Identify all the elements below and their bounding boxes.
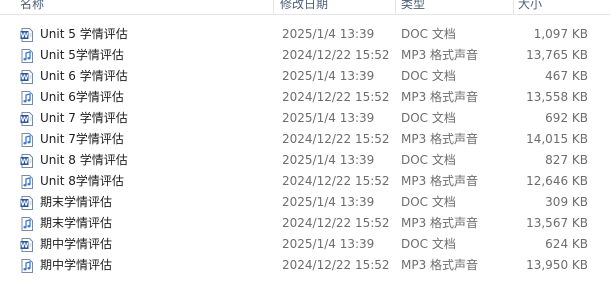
file-row[interactable]: Unit 6学情评估 2024/12/22 15:52 MP3 格式声音 13,558… <box>0 87 610 108</box>
audio-file-icon <box>20 258 34 273</box>
file-modified-date: 2025/1/4 13:39 <box>282 153 375 167</box>
column-divider[interactable] <box>273 0 274 14</box>
file-modified-date: 2024/12/22 15:52 <box>282 216 390 230</box>
file-name: Unit 5学情评估 <box>40 48 124 62</box>
word-doc-icon: W <box>20 195 34 210</box>
audio-file-icon <box>20 132 34 147</box>
word-doc-icon: W <box>20 153 34 168</box>
file-type: MP3 格式声音 <box>401 216 479 230</box>
file-name-cell[interactable]: W Unit 5 学情评估 <box>20 24 128 45</box>
file-row[interactable]: W Unit 7 学情评估 2025/1/4 13:39 DOC 文档 692 KB <box>0 108 610 129</box>
file-name: 期末学情评估 <box>40 195 113 209</box>
file-name-cell[interactable]: Unit 5学情评估 <box>20 45 124 66</box>
file-row[interactable]: Unit 7学情评估 2024/12/22 15:52 MP3 格式声音 14,015… <box>0 129 610 150</box>
file-name: Unit 5 学情评估 <box>40 27 128 41</box>
svg-text:W: W <box>21 73 29 81</box>
file-name: 期末学情评估 <box>40 216 113 230</box>
file-name-cell[interactable]: W Unit 7 学情评估 <box>20 108 128 129</box>
word-doc-icon: W <box>20 237 34 252</box>
file-modified-date: 2024/12/22 15:52 <box>282 174 390 188</box>
file-size: 624 KB <box>545 237 588 251</box>
file-modified-date: 2024/12/22 15:52 <box>282 132 390 146</box>
audio-file-icon <box>20 216 34 231</box>
file-type: DOC 文档 <box>401 237 456 251</box>
column-header: 名称 修改日期 类型 大小 <box>0 0 610 15</box>
file-name-cell[interactable]: W 期中学情评估 <box>20 234 112 255</box>
file-size: 13,950 KB <box>526 258 588 272</box>
file-size: 1,097 KB <box>533 27 588 41</box>
column-header-type[interactable]: 类型 <box>401 0 425 13</box>
file-size: 13,558 KB <box>526 90 588 104</box>
file-type: DOC 文档 <box>401 195 456 209</box>
svg-text:W: W <box>21 199 29 207</box>
file-row[interactable]: W Unit 5 学情评估 2025/1/4 13:39 DOC 文档 1,097 KB <box>0 24 610 45</box>
audio-file-icon <box>20 48 34 63</box>
file-row[interactable]: Unit 5学情评估 2024/12/22 15:52 MP3 格式声音 13,765… <box>0 45 610 66</box>
file-name-cell[interactable]: 期末学情评估 <box>20 213 112 234</box>
file-name-cell[interactable]: W 期末学情评估 <box>20 192 112 213</box>
file-type: DOC 文档 <box>401 111 456 125</box>
file-name: Unit 6 学情评估 <box>40 69 128 83</box>
word-doc-icon: W <box>20 69 34 84</box>
file-name-cell[interactable]: W Unit 6 学情评估 <box>20 66 128 87</box>
column-header-name[interactable]: 名称 <box>20 0 44 13</box>
file-modified-date: 2024/12/22 15:52 <box>282 90 390 104</box>
file-list: W Unit 5 学情评估 2025/1/4 13:39 DOC 文档 1,097 KB… <box>0 24 610 276</box>
svg-text:W: W <box>21 31 29 39</box>
file-name: Unit 6学情评估 <box>40 90 124 104</box>
file-name-cell[interactable]: Unit 6学情评估 <box>20 87 124 108</box>
file-size: 827 KB <box>545 153 588 167</box>
file-row[interactable]: W Unit 6 学情评估 2025/1/4 13:39 DOC 文档 467 KB <box>0 66 610 87</box>
file-modified-date: 2025/1/4 13:39 <box>282 111 375 125</box>
column-header-size[interactable]: 大小 <box>518 0 542 13</box>
word-doc-icon: W <box>20 111 34 126</box>
file-row[interactable]: W 期末学情评估 2025/1/4 13:39 DOC 文档 309 KB <box>0 192 610 213</box>
file-name: 期中学情评估 <box>40 237 113 251</box>
file-type: MP3 格式声音 <box>401 258 479 272</box>
file-row[interactable]: W Unit 8 学情评估 2025/1/4 13:39 DOC 文档 827 KB <box>0 150 610 171</box>
file-row[interactable]: W 期中学情评估 2025/1/4 13:39 DOC 文档 624 KB <box>0 234 610 255</box>
file-size: 309 KB <box>545 195 588 209</box>
word-doc-icon: W <box>20 27 34 42</box>
file-name-cell[interactable]: 期中学情评估 <box>20 255 112 276</box>
file-row[interactable]: 期末学情评估 2024/12/22 15:52 MP3 格式声音 13,567 KB <box>0 213 610 234</box>
file-type: DOC 文档 <box>401 153 456 167</box>
file-modified-date: 2025/1/4 13:39 <box>282 27 375 41</box>
file-type: DOC 文档 <box>401 69 456 83</box>
file-size: 692 KB <box>545 111 588 125</box>
file-size: 14,015 KB <box>526 132 588 146</box>
file-row[interactable]: 期中学情评估 2024/12/22 15:52 MP3 格式声音 13,950 KB <box>0 255 610 276</box>
svg-text:W: W <box>21 115 29 123</box>
file-size: 13,765 KB <box>526 48 588 62</box>
file-name: Unit 7学情评估 <box>40 132 124 146</box>
file-name-cell[interactable]: W Unit 8 学情评估 <box>20 150 128 171</box>
file-type: DOC 文档 <box>401 27 456 41</box>
column-divider[interactable] <box>395 0 396 14</box>
svg-text:W: W <box>21 157 29 165</box>
file-name: Unit 8 学情评估 <box>40 153 128 167</box>
file-type: MP3 格式声音 <box>401 90 479 104</box>
audio-file-icon <box>20 90 34 105</box>
file-modified-date: 2025/1/4 13:39 <box>282 69 375 83</box>
file-modified-date: 2024/12/22 15:52 <box>282 48 390 62</box>
file-type: MP3 格式声音 <box>401 174 479 188</box>
file-name: Unit 7 学情评估 <box>40 111 128 125</box>
file-modified-date: 2025/1/4 13:39 <box>282 237 375 251</box>
file-type: MP3 格式声音 <box>401 132 479 146</box>
file-name-cell[interactable]: Unit 7学情评估 <box>20 129 124 150</box>
audio-file-icon <box>20 174 34 189</box>
svg-text:W: W <box>21 241 29 249</box>
file-name-cell[interactable]: Unit 8学情评估 <box>20 171 124 192</box>
file-size: 467 KB <box>545 69 588 83</box>
file-size: 13,567 KB <box>526 216 588 230</box>
file-name: Unit 8学情评估 <box>40 174 124 188</box>
file-modified-date: 2025/1/4 13:39 <box>282 195 375 209</box>
file-size: 12,646 KB <box>526 174 588 188</box>
file-name: 期中学情评估 <box>40 258 113 272</box>
column-divider[interactable] <box>513 0 514 14</box>
file-type: MP3 格式声音 <box>401 48 479 62</box>
file-row[interactable]: Unit 8学情评估 2024/12/22 15:52 MP3 格式声音 12,646… <box>0 171 610 192</box>
column-header-date[interactable]: 修改日期 <box>280 0 328 13</box>
file-modified-date: 2024/12/22 15:52 <box>282 258 390 272</box>
